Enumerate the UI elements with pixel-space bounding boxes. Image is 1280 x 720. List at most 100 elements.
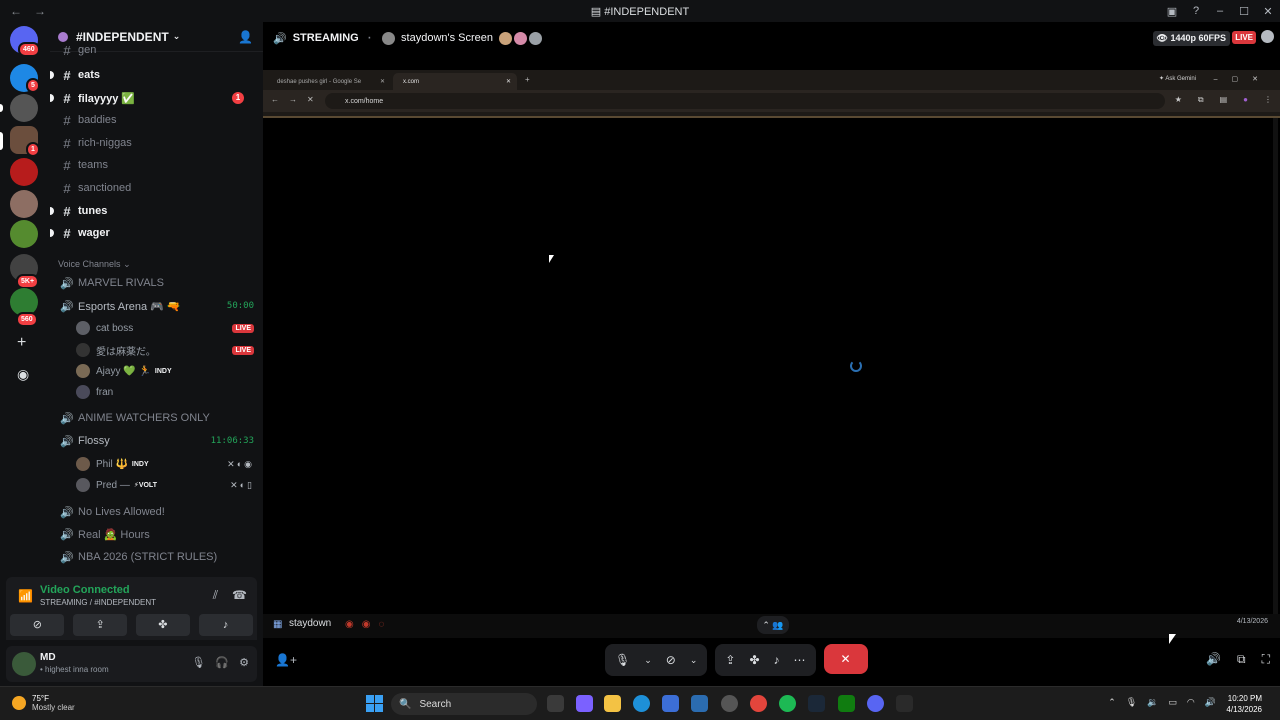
gear-icon[interactable]: ⚙ <box>239 656 249 669</box>
channel-item[interactable]: # wager <box>50 223 254 243</box>
chevron-down-icon[interactable]: ⌄ <box>644 655 652 666</box>
chat-bubble-icon[interactable] <box>1261 30 1274 43</box>
screen-icon[interactable]: ▣ <box>1160 5 1184 18</box>
display-icon[interactable]: ▭ <box>1168 697 1177 708</box>
viewer-avatar[interactable] <box>529 31 543 45</box>
copilot-icon[interactable] <box>576 695 593 712</box>
voice-category[interactable]: Voice Channels ⌄ <box>58 259 131 270</box>
voice-channel[interactable]: 🔊 No Lives Allowed! <box>58 502 254 522</box>
microphone-icon[interactable]: 🎙 <box>191 656 205 669</box>
connection-status[interactable]: Video Connected <box>40 584 130 596</box>
noise-suppression-icon[interactable]: ⫽ <box>213 588 218 603</box>
minimize-button[interactable]: – <box>1208 5 1232 17</box>
nav-arrows-icon: ←→ <box>271 95 307 104</box>
user-name[interactable]: MD <box>40 652 56 663</box>
screen-share-icon[interactable]: ⇪ <box>725 653 735 667</box>
connection-channel[interactable]: STREAMING / #INDEPENDENT <box>40 598 156 607</box>
file-explorer-icon[interactable] <box>604 695 621 712</box>
add-member-icon[interactable]: 👤 <box>238 30 253 44</box>
mention-badge: 1 <box>232 92 244 104</box>
steam-icon[interactable] <box>808 695 825 712</box>
epic-games-icon[interactable] <box>896 695 913 712</box>
weather-widget[interactable]: 75°F Mostly clear <box>12 694 75 712</box>
channel-label: wager <box>78 227 110 239</box>
speaker-icon[interactable]: 🔊 <box>1205 697 1216 708</box>
add-person-icon[interactable]: 👤+ <box>275 653 297 667</box>
taskbar-search[interactable]: 🔍 Search <box>391 693 537 715</box>
chevron-up-icon[interactable]: ⌃ <box>1108 697 1116 708</box>
help-icon[interactable]: ? <box>1184 5 1208 17</box>
hash-icon: ▤ <box>590 5 605 18</box>
speaker-icon: 🔊 <box>60 551 74 564</box>
camera-off-icon[interactable]: ⊘ <box>666 653 676 667</box>
maximize-button[interactable]: ☐ <box>1232 5 1256 18</box>
voice-channel[interactable]: 🔊 Esports Arena 🎮 🔫 50:00 <box>58 296 254 316</box>
voice-user[interactable]: 愛は麻薬だ。 LIVE <box>76 340 254 360</box>
soundboard-button[interactable]: ♪ <box>198 614 253 636</box>
forward-arrow-icon[interactable]: → <box>32 4 48 18</box>
task-view-icon[interactable] <box>547 695 564 712</box>
spotify-icon[interactable] <box>779 695 796 712</box>
channel-item[interactable]: # teams <box>58 155 254 175</box>
settings-app-icon[interactable] <box>721 695 738 712</box>
headphones-icon[interactable]: 🎧 <box>215 656 229 669</box>
back-arrow-icon[interactable]: ← <box>8 4 24 18</box>
disconnect-icon[interactable]: ☎ <box>232 588 247 603</box>
popout-toggle-button[interactable]: ⌃ 👥 <box>757 616 789 634</box>
channel-item[interactable]: # filayyyy ✅ 1 <box>50 88 254 108</box>
end-call-button[interactable]: ✕ <box>823 644 868 674</box>
windows-start-icon[interactable] <box>366 695 383 712</box>
viewer-avatar[interactable] <box>499 31 513 45</box>
server-icon[interactable] <box>10 94 38 122</box>
microphone-icon[interactable]: 🎙 <box>1126 697 1137 708</box>
voice-user[interactable]: Pred — ⚡VOLT ✕◐▯ <box>76 475 254 495</box>
voice-channel-label: ANIME WATCHERS ONLY <box>78 412 210 424</box>
channel-item[interactable]: # baddies <box>58 110 254 130</box>
server-icon[interactable] <box>10 158 38 186</box>
close-button[interactable]: ✕ <box>1256 5 1280 18</box>
discover-icon[interactable]: ◉ <box>17 366 29 383</box>
volume-icon[interactable]: 🔊 <box>1206 652 1221 667</box>
channel-item[interactable]: # sanctioned <box>58 178 254 198</box>
viewer-avatar[interactable] <box>514 31 528 45</box>
voice-channel[interactable]: 🔊 NBA 2026 (STRICT RULES) <box>58 547 254 567</box>
voice-user[interactable]: cat boss LIVE <box>76 318 254 338</box>
voice-user[interactable]: Phil 🔱 INDY ✕◐◉ <box>76 454 254 474</box>
store-icon[interactable] <box>662 695 679 712</box>
server-icon[interactable] <box>10 190 38 218</box>
avatar[interactable] <box>12 652 36 676</box>
activities-icon[interactable]: ✤ <box>749 653 759 667</box>
speaker-icon: 🔊 <box>60 506 74 519</box>
voice-channel-label: Esports Arena 🎮 🔫 <box>78 300 181 313</box>
voice-user[interactable]: fran <box>76 382 254 402</box>
popout-icon[interactable]: ⧉ <box>1237 652 1246 667</box>
edge-icon[interactable] <box>633 695 650 712</box>
soundboard-icon[interactable]: ♪ <box>774 653 780 667</box>
outlook-icon[interactable] <box>691 695 708 712</box>
avatar <box>382 31 396 45</box>
channel-item[interactable]: # eats <box>50 65 254 85</box>
voice-channel[interactable]: 🔊 MARVEL RIVALS <box>58 273 254 293</box>
wifi-icon[interactable]: ◠ <box>1187 697 1195 708</box>
taskbar-clock[interactable]: 10:20 PM 4/13/2026 <box>1226 693 1262 715</box>
channel-item[interactable]: # gen <box>58 44 254 56</box>
server-icon[interactable] <box>10 220 38 248</box>
camera-off-button[interactable]: ⊘ <box>10 614 65 636</box>
add-server-icon[interactable]: + <box>17 334 26 352</box>
fullscreen-icon[interactable]: ⛶ <box>1262 652 1270 667</box>
channel-item[interactable]: # tunes <box>50 201 254 221</box>
voice-channel[interactable]: 🔊 ANIME WATCHERS ONLY <box>58 408 254 428</box>
voice-user[interactable]: Ajayy 💚 🏃 INDY <box>76 361 254 381</box>
microphone-icon[interactable]: 🎙 <box>615 653 630 667</box>
volume-icon[interactable]: 🔉 <box>1147 697 1158 708</box>
discord-icon[interactable] <box>867 695 884 712</box>
more-icon[interactable]: ⋯ <box>794 653 806 667</box>
activities-button[interactable]: ✤ <box>135 614 190 636</box>
chrome-icon[interactable] <box>750 695 767 712</box>
chevron-down-icon[interactable]: ⌄ <box>690 655 698 666</box>
voice-channel[interactable]: 🔊 Flossy 11:06:33 <box>58 431 254 451</box>
screen-share-button[interactable]: ⇪ <box>73 614 128 636</box>
channel-item[interactable]: # rich-niggas <box>58 133 254 153</box>
voice-channel[interactable]: 🔊 Real 🧟 Hours <box>58 524 254 544</box>
xbox-icon[interactable] <box>838 695 855 712</box>
